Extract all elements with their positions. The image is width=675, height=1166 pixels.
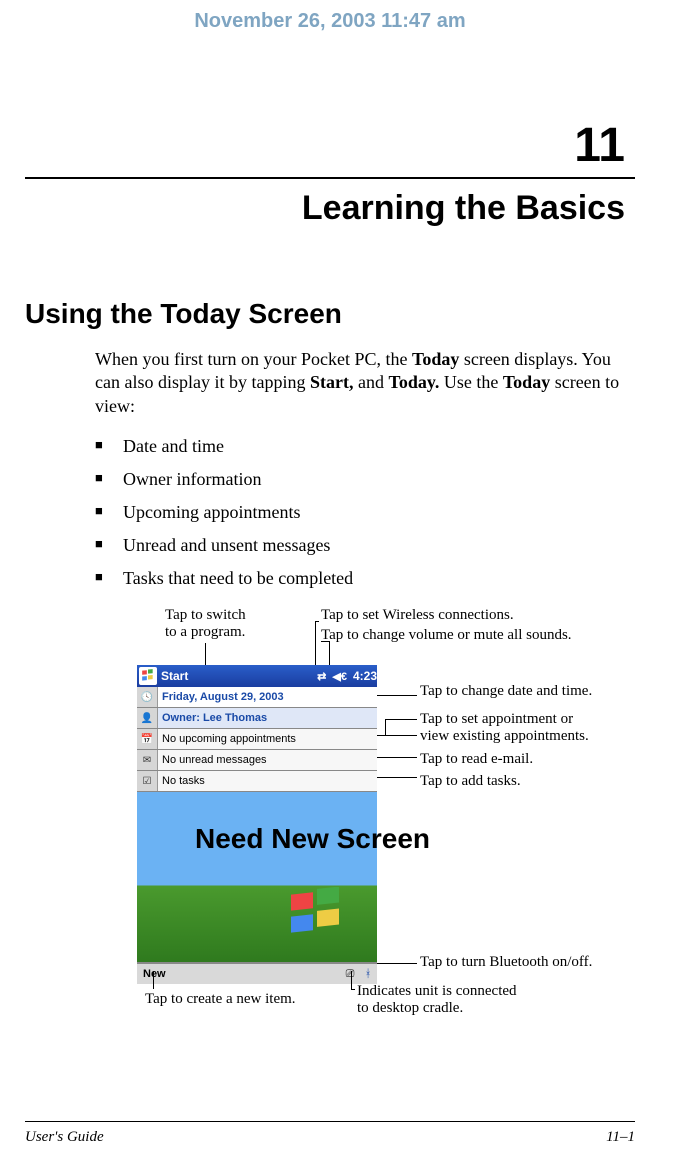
leader-line	[351, 971, 352, 989]
bullet-list: Date and time Owner information Upcoming…	[95, 436, 635, 589]
today-row-owner[interactable]: 👤 Owner: Lee Thomas	[137, 708, 377, 729]
chapter-rule	[25, 177, 635, 179]
callout-email: Tap to read e-mail.	[420, 751, 533, 768]
leader-line	[377, 963, 417, 964]
title-bar[interactable]: Start ⇄ ◀€ 4:23	[137, 665, 377, 687]
leader-line	[385, 719, 417, 720]
callout-text: view existing appointments.	[420, 728, 589, 745]
task-text: No tasks	[162, 775, 205, 787]
clock-icon: 🕓	[137, 687, 158, 707]
chapter-title: Learning the Basics	[25, 189, 625, 228]
list-item: Unread and unsent messages	[95, 535, 635, 556]
leader-line	[321, 641, 329, 642]
leader-line	[385, 719, 386, 735]
draft-timestamp: November 26, 2003 11:47 am	[25, 10, 635, 33]
appt-text: No upcoming appointments	[162, 733, 296, 745]
msg-text: No unread messages	[162, 754, 267, 766]
figure: Tap to switch to a program. Tap to set W…	[25, 603, 635, 1033]
leader-line	[153, 971, 154, 989]
leader-line	[377, 757, 417, 758]
callout-new-item: Tap to create a new item.	[145, 991, 296, 1008]
section-heading: Using the Today Screen	[25, 298, 635, 330]
leader-line	[387, 777, 388, 778]
callout-text: Indicates unit is connected	[357, 983, 517, 1000]
today-row-messages[interactable]: ✉ No unread messages	[137, 750, 377, 771]
leader-line	[315, 621, 319, 622]
list-item: Owner information	[95, 469, 635, 490]
start-label[interactable]: Start	[161, 669, 188, 683]
leader-line	[351, 989, 355, 990]
volume-icon[interactable]: ◀€	[332, 670, 347, 683]
callout-cradle: Indicates unit is connected to desktop c…	[357, 983, 517, 1018]
bold-today-2: Today.	[388, 372, 439, 392]
bold-start: Start,	[310, 372, 354, 392]
page-footer: User's Guide 11–1	[25, 1129, 635, 1146]
bold-today-1: Today	[412, 349, 459, 369]
callout-wireless: Tap to set Wireless connections.	[321, 607, 514, 624]
leader-line	[205, 643, 206, 665]
bold-today-3: Today	[503, 372, 550, 392]
leader-line	[377, 695, 417, 696]
list-item: Date and time	[95, 436, 635, 457]
callout-appointments: Tap to set appointment or view existing …	[420, 711, 589, 746]
owner-icon: 👤	[137, 708, 158, 728]
tasks-icon: ☑	[137, 771, 158, 791]
leader-line	[329, 641, 330, 665]
today-row-appointments[interactable]: 📅 No upcoming appointments	[137, 729, 377, 750]
command-bar: New ⎚ ᚼ	[137, 963, 377, 984]
clock[interactable]: 4:23	[353, 669, 377, 683]
intro-text: and	[353, 372, 388, 392]
chapter-number: 11	[25, 118, 625, 173]
footer-left: User's Guide	[25, 1129, 104, 1146]
bluetooth-icon[interactable]: ᚼ	[359, 968, 377, 980]
start-flag-icon[interactable]	[139, 667, 157, 685]
callout-text: to a program.	[165, 624, 246, 641]
callout-text: to desktop cradle.	[357, 1000, 517, 1017]
new-button[interactable]: New	[137, 968, 172, 980]
intro-text: When you first turn on your Pocket PC, t…	[95, 349, 412, 369]
list-item: Tasks that need to be completed	[95, 568, 635, 589]
date-text: Friday, August 29, 2003	[162, 691, 284, 703]
callout-switch-program: Tap to switch to a program.	[165, 607, 246, 642]
calendar-icon: 📅	[137, 729, 158, 749]
leader-line	[315, 621, 316, 665]
windows-logo-icon	[287, 887, 347, 942]
intro-text: Use the	[439, 372, 502, 392]
mail-icon: ✉	[137, 750, 158, 770]
callout-text: Tap to switch	[165, 607, 246, 624]
wallpaper	[137, 792, 377, 963]
callout-tasks: Tap to add tasks.	[420, 773, 521, 790]
cradle-icon[interactable]: ⎚	[341, 968, 359, 981]
connectivity-icon[interactable]: ⇄	[317, 670, 326, 683]
footer-rule	[25, 1121, 635, 1122]
callout-bluetooth: Tap to turn Bluetooth on/off.	[420, 954, 592, 971]
owner-text: Owner: Lee Thomas	[162, 712, 267, 724]
list-item: Upcoming appointments	[95, 502, 635, 523]
callout-text: Tap to set appointment or	[420, 711, 589, 728]
footer-right: 11–1	[606, 1129, 635, 1146]
callout-date: Tap to change date and time.	[420, 683, 592, 700]
intro-paragraph: When you first turn on your Pocket PC, t…	[95, 348, 625, 418]
leader-line	[377, 777, 417, 778]
leader-line	[377, 735, 417, 736]
overlay-need-new-screen: Need New Screen	[195, 823, 430, 855]
today-row-date[interactable]: 🕓 Friday, August 29, 2003	[137, 687, 377, 708]
callout-volume: Tap to change volume or mute all sounds.	[321, 627, 572, 644]
today-row-tasks[interactable]: ☑ No tasks	[137, 771, 377, 792]
